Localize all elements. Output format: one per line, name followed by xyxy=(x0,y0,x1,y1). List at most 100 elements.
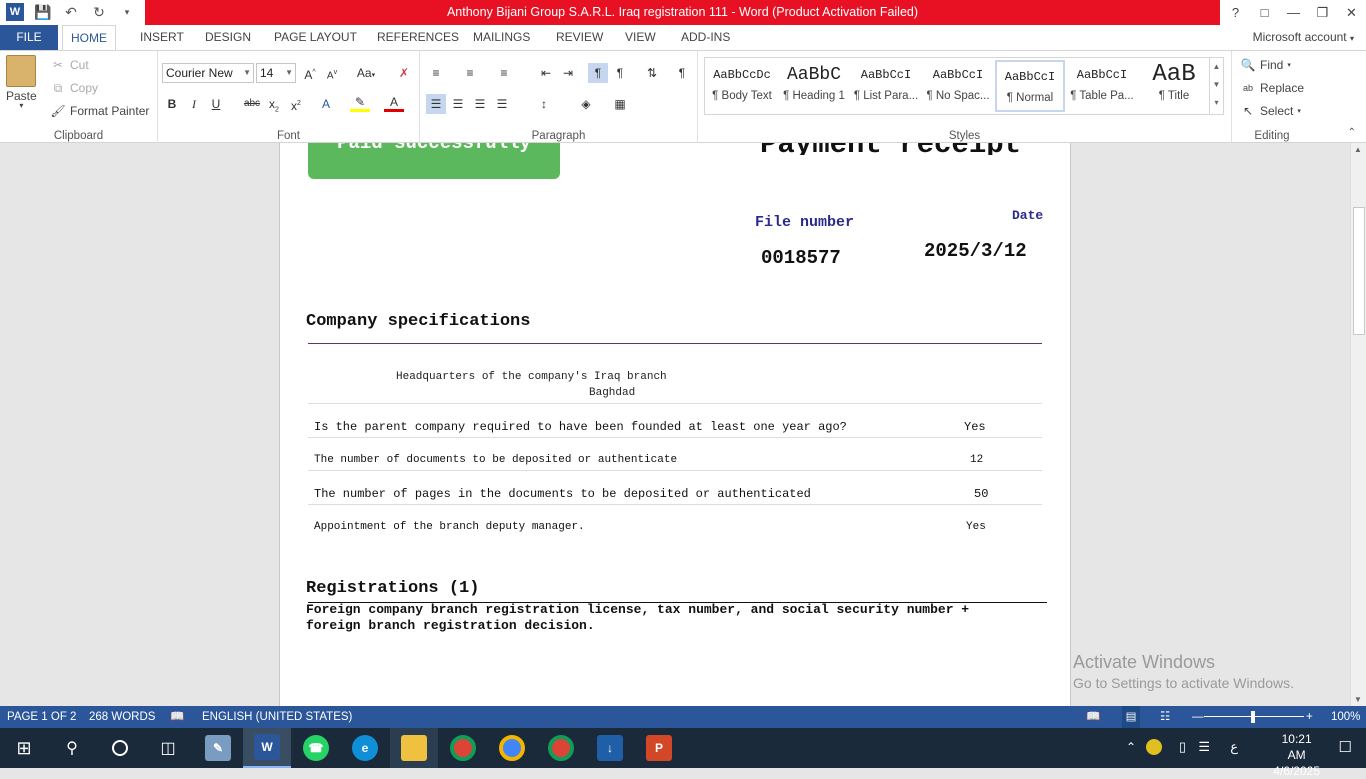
battery-icon[interactable]: ▯ xyxy=(1179,739,1186,755)
page-count[interactable]: PAGE 1 OF 2 xyxy=(7,706,76,728)
font-size-combo[interactable]: 14 ▼ xyxy=(256,63,296,83)
search-button[interactable]: ⚲ xyxy=(48,728,96,768)
scroll-down-icon[interactable]: ▼ xyxy=(1354,695,1362,704)
web-layout-icon[interactable]: ☷ xyxy=(1160,706,1170,728)
save-icon[interactable]: 💾 xyxy=(34,3,52,21)
zoom-level[interactable]: 100% xyxy=(1331,706,1360,728)
style-table-paragraph[interactable]: AaBbCcI ¶ Table Pa... xyxy=(1067,60,1137,112)
show-hide-icon[interactable]: ¶ xyxy=(672,63,692,83)
sort-icon[interactable]: ⇅ xyxy=(642,63,662,83)
redo-icon[interactable]: ↻ xyxy=(90,3,108,21)
numbering-icon[interactable]: ≡ xyxy=(460,63,480,83)
tab-mailings[interactable]: MAILINGS xyxy=(465,25,538,50)
bold-icon[interactable]: B xyxy=(162,94,182,114)
taskbar-app-notes[interactable]: ✎ xyxy=(194,728,242,768)
collapse-ribbon-icon[interactable]: ⌃ xyxy=(1348,127,1356,138)
justify-icon[interactable]: ☰ xyxy=(492,94,512,114)
select-button[interactable]: ↖ Select ▾ xyxy=(1240,103,1301,119)
taskbar-app-chrome-3[interactable] xyxy=(537,728,585,768)
style-body-text[interactable]: AaBbCcDc ¶ Body Text xyxy=(707,60,777,112)
notifications-icon[interactable]: ☐ xyxy=(1339,738,1352,756)
proofing-icon[interactable]: 📖 xyxy=(170,706,184,728)
task-view-button[interactable]: ◫ xyxy=(144,728,192,768)
taskbar-app-edge[interactable]: e xyxy=(341,728,389,768)
close-button[interactable]: ✕ xyxy=(1337,0,1366,25)
scroll-thumb[interactable] xyxy=(1353,207,1365,335)
taskbar-app-powerpoint[interactable]: P xyxy=(635,728,683,768)
minimize-button[interactable]: — xyxy=(1279,0,1308,25)
help-button[interactable]: ? xyxy=(1221,0,1250,25)
start-button[interactable]: ⊞ xyxy=(0,728,48,768)
tab-home[interactable]: HOME xyxy=(62,25,116,51)
customize-qat-icon[interactable]: ▾ xyxy=(118,3,136,21)
styles-scroll[interactable]: ▲ ▼ ▾ xyxy=(1209,58,1223,114)
language-indicator[interactable]: ENGLISH (UNITED STATES) xyxy=(202,706,352,728)
zoom-out-icon[interactable]: — xyxy=(1192,706,1204,728)
line-spacing-icon[interactable]: ↕ xyxy=(534,94,554,114)
rtl-icon[interactable]: ¶ xyxy=(610,63,630,83)
highlight-color-icon[interactable]: ✎ xyxy=(350,94,370,112)
subscript-icon[interactable]: x2 xyxy=(264,94,284,114)
find-button[interactable]: 🔍 Find ▾ xyxy=(1240,57,1291,73)
chevron-up-icon[interactable]: ⌃ xyxy=(1126,740,1136,754)
update-icon[interactable] xyxy=(1146,739,1162,755)
ltr-icon[interactable]: ¶ xyxy=(588,63,608,83)
font-name-combo[interactable]: Courier New ▼ xyxy=(162,63,254,83)
align-left-icon[interactable]: ☰ xyxy=(426,94,446,114)
read-mode-icon[interactable]: 📖 xyxy=(1086,706,1100,728)
underline-icon[interactable]: U xyxy=(206,94,226,114)
align-right-icon[interactable]: ☰ xyxy=(470,94,490,114)
bullets-icon[interactable]: ≡ xyxy=(426,63,446,83)
style-list-paragraph[interactable]: AaBbCcI ¶ List Para... xyxy=(851,60,921,112)
shading-icon[interactable]: ◈ xyxy=(576,94,596,114)
borders-icon[interactable]: ▦ xyxy=(610,94,630,114)
tab-page-layout[interactable]: PAGE LAYOUT xyxy=(266,25,365,50)
decrease-indent-icon[interactable]: ⇤ xyxy=(536,63,556,83)
replace-button[interactable]: ab Replace xyxy=(1240,80,1304,96)
zoom-in-icon[interactable]: + xyxy=(1306,706,1313,728)
superscript-icon[interactable]: x2 xyxy=(286,94,306,114)
taskbar-app-chrome-2[interactable] xyxy=(488,728,536,768)
document-page[interactable]: Paid successfully Payment receipt File n… xyxy=(279,143,1071,706)
italic-icon[interactable]: I xyxy=(184,94,204,114)
restore-button[interactable]: ❐ xyxy=(1308,0,1337,25)
input-language[interactable]: ع xyxy=(1230,739,1238,755)
format-painter-button[interactable]: 🖌 Format Painter xyxy=(50,103,149,119)
style-normal[interactable]: AaBbCcI ¶ Normal xyxy=(995,60,1065,112)
taskbar-app-explorer[interactable] xyxy=(390,728,438,768)
ribbon-display-options-icon[interactable]: □ xyxy=(1250,0,1279,25)
font-color-icon[interactable]: A xyxy=(384,94,404,112)
change-case-button[interactable]: Aa▾ xyxy=(352,63,380,83)
cut-button[interactable]: ✂ Cut xyxy=(50,57,89,73)
taskbar-app-chrome-1[interactable] xyxy=(439,728,487,768)
tab-file[interactable]: FILE xyxy=(0,25,58,50)
paste-button[interactable]: Paste ▾ xyxy=(6,55,37,110)
zoom-slider-thumb[interactable] xyxy=(1251,711,1255,723)
word-count[interactable]: 268 WORDS xyxy=(89,706,155,728)
shrink-font-icon[interactable]: Av xyxy=(322,63,342,83)
style-title[interactable]: AaB ¶ Title xyxy=(1139,60,1209,112)
cortana-button[interactable] xyxy=(96,728,144,768)
text-effects-icon[interactable]: A xyxy=(316,94,336,114)
strikethrough-icon[interactable]: abc xyxy=(242,94,262,114)
scroll-up-icon[interactable]: ▲ xyxy=(1354,145,1362,154)
tab-view[interactable]: VIEW xyxy=(617,25,664,50)
wifi-icon[interactable]: ☰ xyxy=(1198,739,1210,755)
tab-references[interactable]: REFERENCES xyxy=(369,25,467,50)
vertical-scrollbar[interactable]: ▲ ▼ xyxy=(1350,143,1366,706)
tab-add-ins[interactable]: ADD-INS xyxy=(673,25,738,50)
grow-font-icon[interactable]: A^ xyxy=(300,63,320,83)
clock[interactable]: 10:21 AM 4/6/2025 xyxy=(1273,731,1320,779)
tab-insert[interactable]: INSERT xyxy=(132,25,192,50)
print-layout-icon[interactable]: ▤ xyxy=(1122,706,1140,728)
clear-formatting-icon[interactable]: ✗ xyxy=(394,63,414,83)
style-no-spacing[interactable]: AaBbCcI ¶ No Spac... xyxy=(923,60,993,112)
tab-design[interactable]: DESIGN xyxy=(197,25,259,50)
align-center-icon[interactable]: ☰ xyxy=(448,94,468,114)
increase-indent-icon[interactable]: ⇥ xyxy=(558,63,578,83)
taskbar-app-word[interactable]: W xyxy=(243,728,291,768)
undo-icon[interactable]: ↶ xyxy=(62,3,80,21)
copy-button[interactable]: ⧉ Copy xyxy=(50,80,98,96)
multilevel-list-icon[interactable]: ≡ xyxy=(494,63,514,83)
account-menu[interactable]: Microsoft account ▾ xyxy=(1253,25,1354,51)
